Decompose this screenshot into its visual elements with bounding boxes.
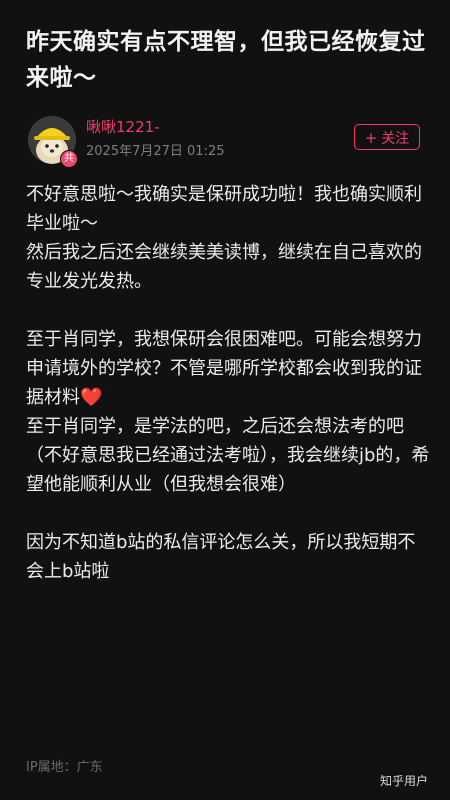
avatar-badge: 共 (60, 150, 78, 168)
watermark: 知乎用户 (380, 774, 429, 788)
follow-label: 关注 (381, 131, 410, 147)
post-content: 不好意思啦～我确实是保研成功啦！我也确实顺利毕业啦～ 然后我之后还会继续美美读博… (26, 180, 430, 586)
heart-icon: ❤️ (80, 387, 103, 408)
plus-icon: + (364, 129, 378, 147)
author-row: 共 啾啾1221- 2025年7月27日 01:25 + 关注 (26, 112, 426, 168)
post-title: 昨天确实有点不理智，但我已经恢复过来啦～ (26, 29, 426, 91)
author-name[interactable]: 啾啾1221- (86, 116, 160, 138)
content-paragraph: 因为不知道b站的私信评论怎么关，所以我短期不会上b站啦 (26, 532, 416, 582)
content-paragraph: 然后我之后还会继续美美读博，继续在自己喜欢的专业发光发热。 (26, 242, 422, 292)
ip-location: IP属地：广东 (26, 760, 103, 775)
content-paragraph: 不好意思啦～我确实是保研成功啦！我也确实顺利毕业啦～ (26, 184, 422, 234)
post-time: 2025年7月27日 01:25 (86, 144, 225, 159)
follow-button[interactable]: + 关注 (354, 124, 420, 150)
content-paragraph: 至于肖同学，是学法的吧，之后还会想法考的吧（不好意思我已经通过法考啦），我会继续… (26, 416, 430, 495)
content-paragraph: 至于肖同学，我想保研会很困难吧。可能会想努力申请境外的学校？不管是哪所学校都会收… (26, 325, 430, 412)
